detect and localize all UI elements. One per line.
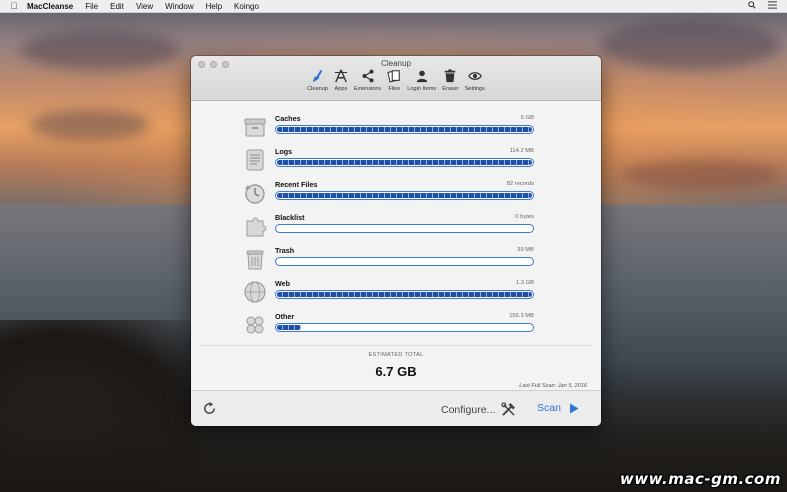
scan-label: Scan [537, 402, 561, 414]
tab-apps-label: Apps [334, 86, 348, 92]
apps-icon [334, 69, 348, 83]
tab-cleanup-label: Cleanup [307, 86, 328, 92]
spotlight-search-icon[interactable] [748, 1, 756, 11]
notification-center-icon[interactable] [768, 1, 777, 11]
title-bar: Cleanup Cleanup Apps Extensions Files Lo… [191, 56, 601, 101]
category-progress-bar [275, 158, 534, 167]
tab-extensions[interactable]: Extensions [351, 69, 384, 92]
category-size: 39 MB [517, 247, 534, 253]
toolbar: Cleanup Apps Extensions Files Login Item… [191, 69, 601, 92]
tab-files-label: Files [388, 86, 401, 92]
menu-edit[interactable]: Edit [110, 2, 124, 11]
category-label: Recent Files [275, 180, 318, 189]
tab-login-items-label: Login Items [407, 86, 437, 92]
tab-login-items[interactable]: Login Items [404, 69, 439, 92]
trash-icon [445, 69, 456, 83]
menu-file[interactable]: File [85, 2, 98, 11]
configure-label: Configure... [441, 403, 496, 416]
menu-help[interactable]: Help [206, 2, 222, 11]
menu-app-name[interactable]: MacCleanse [27, 2, 73, 11]
tab-apps[interactable]: Apps [331, 69, 351, 92]
tab-settings[interactable]: Settings [462, 69, 488, 92]
menu-bar:  MacCleanse File Edit View Window Help … [0, 0, 787, 13]
category-row-logs[interactable]: Logs 114.2 MB [241, 147, 538, 175]
category-progress-bar [275, 323, 534, 332]
category-label: Trash [275, 246, 295, 255]
broom-icon [312, 69, 322, 83]
watermark-text: www.mac-gm.com [619, 470, 781, 488]
category-row-recent-files[interactable]: Recent Files 82 records [241, 180, 538, 208]
menu-window[interactable]: Window [165, 2, 193, 11]
box-icon [242, 114, 268, 140]
category-label: Other [275, 312, 295, 321]
tab-settings-label: Settings [464, 86, 485, 92]
tab-extensions-label: Extensions [353, 86, 382, 92]
refresh-icon [204, 401, 215, 414]
scan-button[interactable]: Scan [537, 402, 579, 414]
files-icon [387, 70, 401, 83]
cleanup-content: Caches 5 GB Logs 114.2 MB Recent Files 8… [191, 101, 601, 391]
cleanup-window: Cleanup Cleanup Apps Extensions Files Lo… [191, 56, 601, 426]
grid-icon [242, 312, 268, 338]
puzzle-icon [242, 213, 268, 239]
menu-view[interactable]: View [136, 2, 153, 11]
category-label: Web [275, 279, 291, 288]
menu-koingo[interactable]: Koingo [234, 2, 259, 11]
category-row-other[interactable]: Other 156.3 MB [241, 312, 538, 340]
category-size: 82 records [506, 181, 534, 187]
apple-menu-icon[interactable]:  [9, 1, 19, 11]
clock-icon [242, 180, 268, 206]
category-progress-bar [275, 290, 534, 299]
category-progress-bar [275, 257, 534, 266]
log-icon [242, 147, 268, 173]
tab-eraser[interactable]: Eraser [439, 69, 461, 92]
category-size: 5 GB [520, 115, 534, 121]
globe-icon [242, 279, 268, 305]
category-size: 0 bytes [515, 214, 534, 220]
category-label: Blacklist [275, 213, 305, 222]
tab-eraser-label: Eraser [442, 86, 459, 92]
last-full-scan: Last Full Scan: Jan 5, 2016 [519, 383, 587, 389]
tools-icon [501, 402, 516, 416]
category-row-blacklist[interactable]: Blacklist 0 bytes [241, 213, 538, 241]
tab-files[interactable]: Files [384, 69, 404, 92]
category-progress-bar [275, 125, 534, 134]
category-size: 114.2 MB [509, 148, 534, 154]
estimated-total-value: 6.7 GB [375, 364, 417, 379]
configure-button[interactable]: Configure... [441, 402, 516, 417]
estimated-total-label: ESTIMATED TOTAL [368, 352, 424, 358]
estimated-total-panel: ESTIMATED TOTAL 6.7 GB Last Full Scan: J… [201, 345, 591, 389]
category-size: 1.3 GB [515, 280, 534, 286]
category-progress-bar [275, 224, 534, 233]
share-icon [362, 69, 374, 83]
refresh-button[interactable] [202, 401, 217, 416]
trash-can-icon [242, 246, 268, 272]
category-row-trash[interactable]: Trash 39 MB [241, 246, 538, 274]
category-label: Logs [275, 147, 293, 156]
category-label: Caches [275, 114, 301, 123]
category-row-caches[interactable]: Caches 5 GB [241, 114, 538, 142]
window-title: Cleanup [381, 59, 411, 68]
tab-cleanup[interactable]: Cleanup [304, 69, 331, 92]
eye-icon [467, 72, 482, 80]
category-row-web[interactable]: Web 1.3 GB [241, 279, 538, 307]
category-size: 156.3 MB [509, 313, 534, 319]
bottom-bar: Configure... Scan [191, 390, 601, 426]
user-icon [416, 70, 427, 83]
play-icon [569, 403, 579, 413]
category-progress-bar [275, 191, 534, 200]
